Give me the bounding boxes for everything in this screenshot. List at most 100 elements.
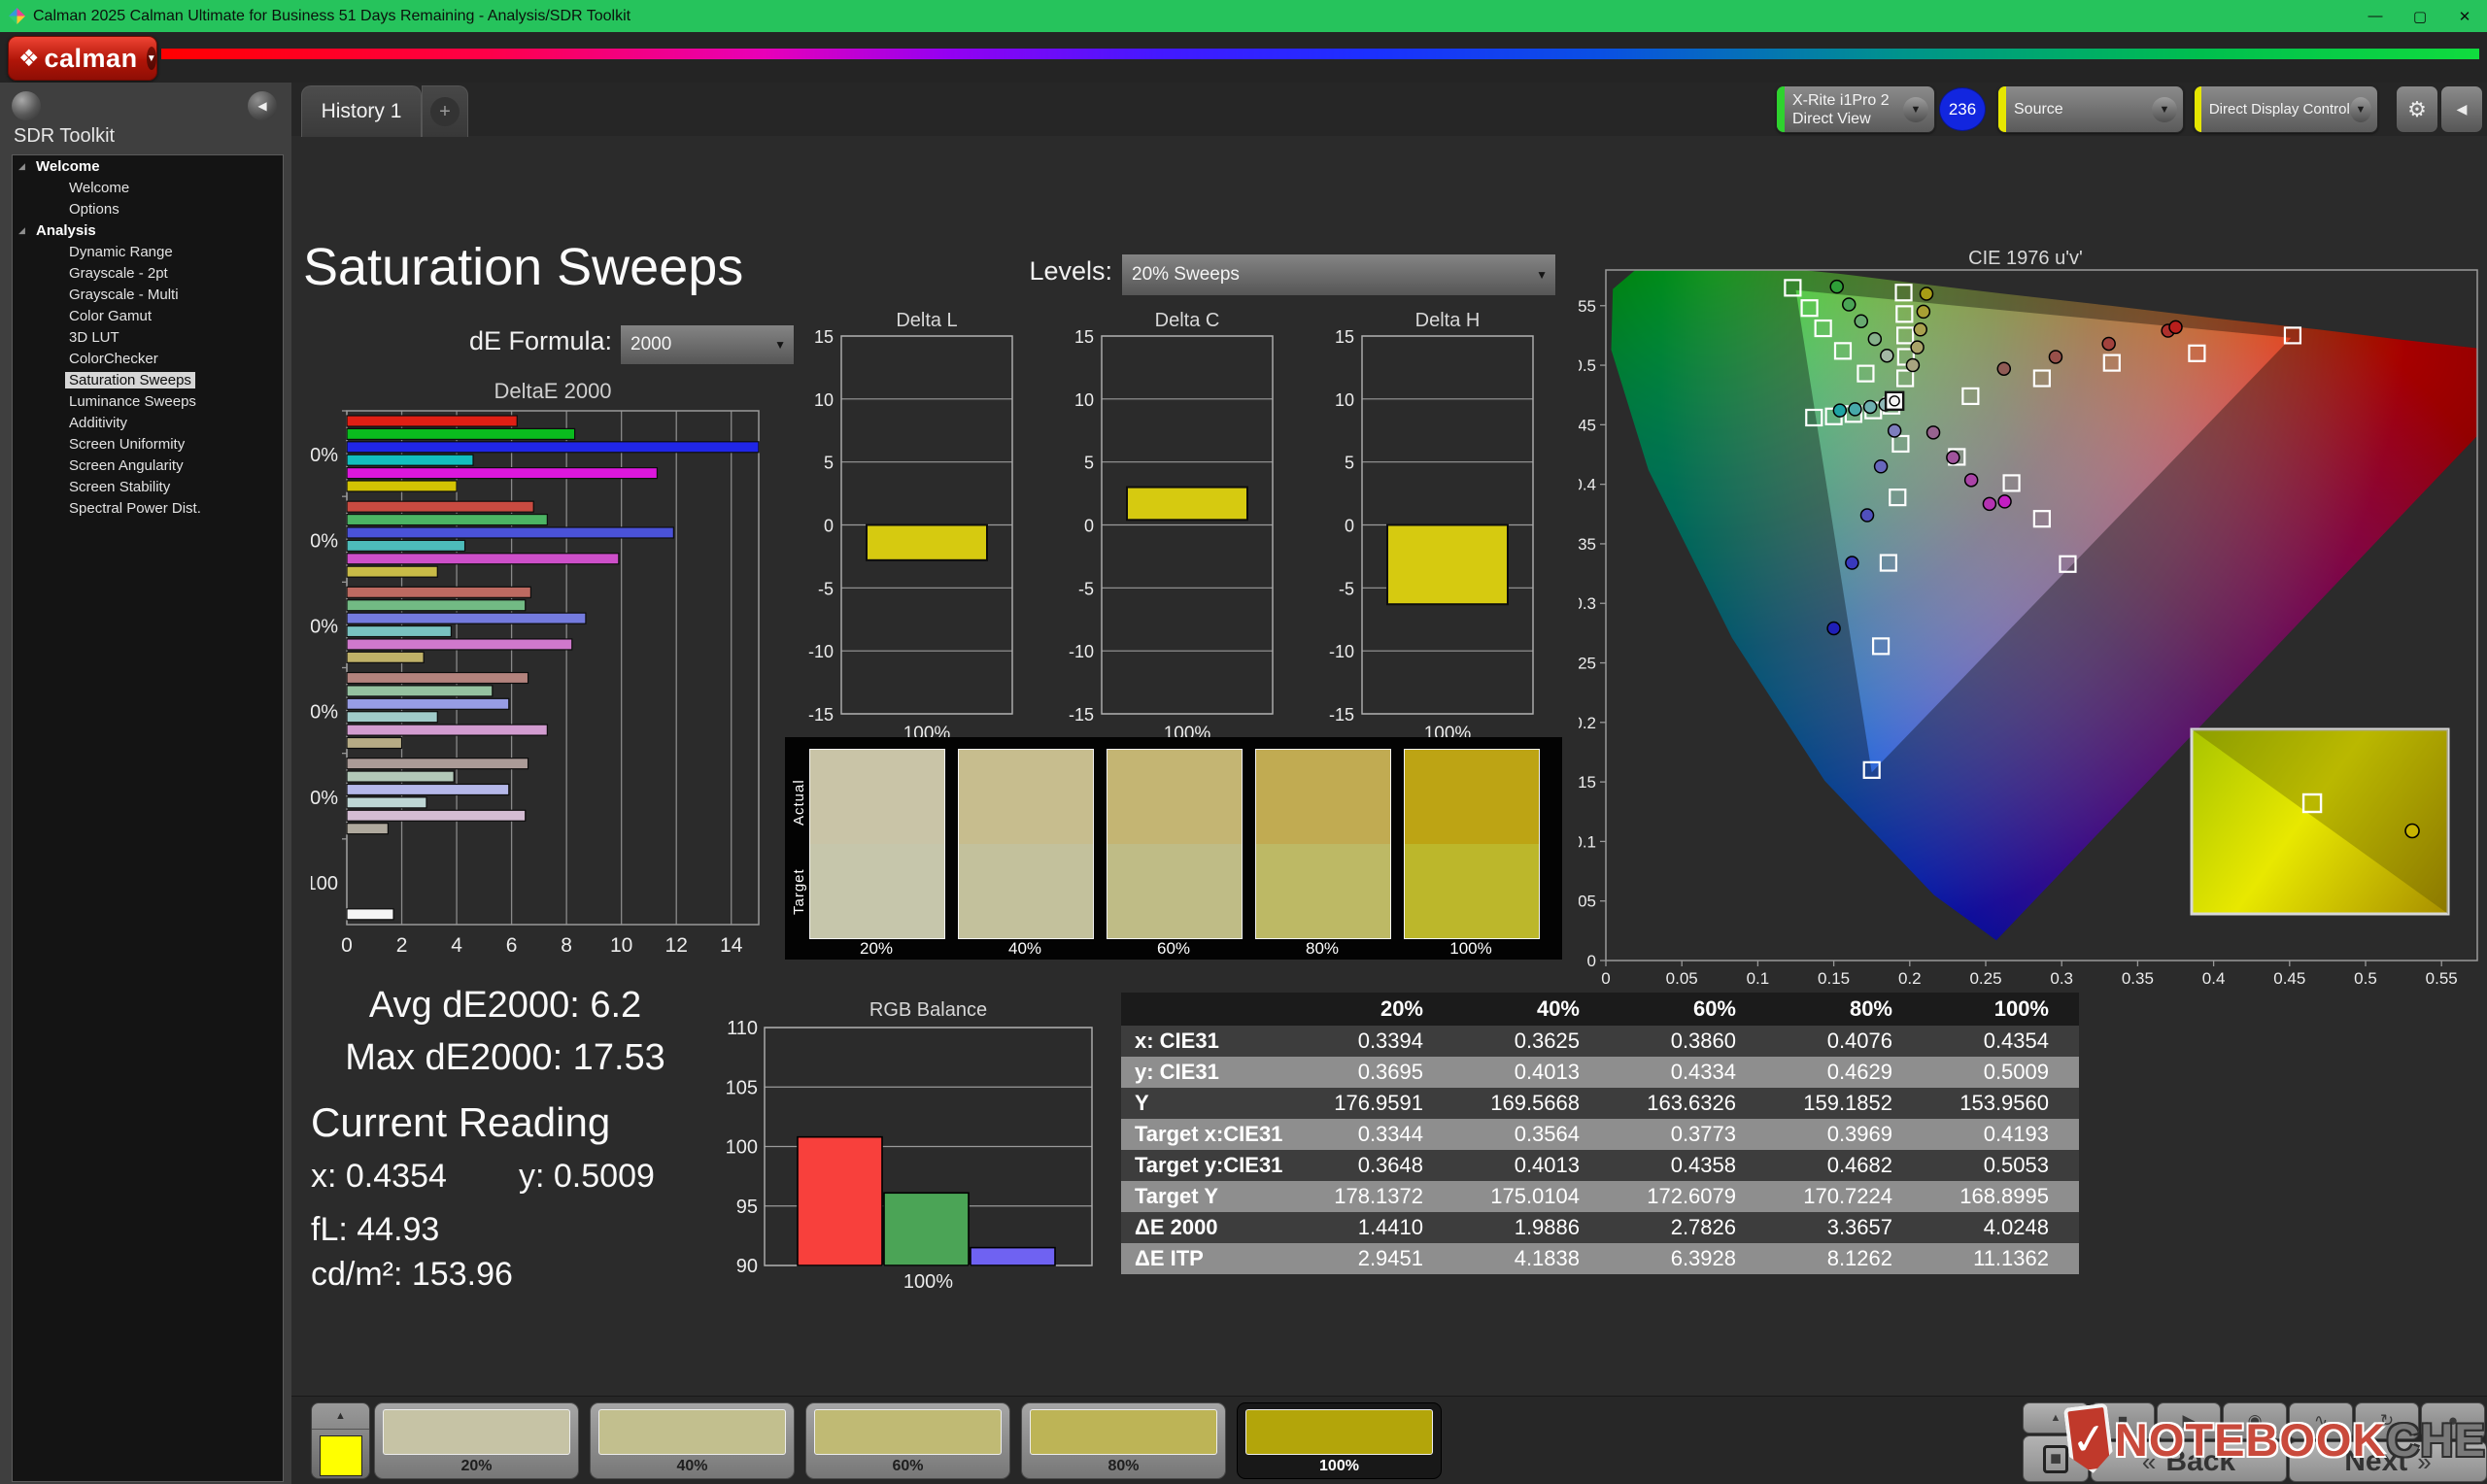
sidebar-item-label: Options — [69, 200, 119, 218]
sidebar-item-spectral-power-dist-[interactable]: Spectral Power Dist. — [13, 497, 283, 519]
meter-dropdown[interactable]: X-Rite i1Pro 2 Direct View ▼ — [1776, 85, 1935, 133]
stop-icon: ■ — [2117, 1411, 2129, 1430]
sweep-card-40%[interactable]: 40% — [590, 1402, 795, 1479]
tree-expander-icon[interactable]: ◢ — [18, 225, 32, 236]
table-cell: 163.6326 — [1647, 1091, 1736, 1115]
sweep-card-swatch — [814, 1409, 1002, 1455]
de-formula-arrow-icon: ▼ — [774, 338, 786, 352]
table-cell: 0.4013 — [1514, 1060, 1580, 1084]
source-dropdown[interactable]: Source ▼ — [1997, 85, 2184, 133]
panel-up-button[interactable]: ▲ — [2023, 1402, 2089, 1433]
wave-icon: ∿ — [2313, 1411, 2329, 1430]
sidebar-item-label: Additivity — [69, 414, 128, 431]
sidebar-item-grayscale-multi[interactable]: Grayscale - Multi — [13, 284, 283, 305]
sidebar-item-label: Grayscale - 2pt — [69, 264, 168, 282]
collapse-panel-button[interactable]: ◀ — [2440, 85, 2483, 133]
svg-text:6: 6 — [506, 934, 518, 957]
de-formula-select[interactable]: 2000 ▼ — [620, 324, 795, 365]
display-control-dropdown-arrow-icon[interactable]: ▼ — [2349, 96, 2371, 122]
stop-pattern-button[interactable]: ■ — [2023, 1435, 2089, 1482]
svg-text:100%: 100% — [311, 445, 338, 466]
max-de2000: Max dE2000: 17.53 — [345, 1037, 665, 1078]
sidebar-item-screen-stability[interactable]: Screen Stability — [13, 476, 283, 497]
sidebar-item-dynamic-range[interactable]: Dynamic Range — [13, 241, 283, 262]
table-col-header: 80% — [1849, 996, 1892, 1021]
display-control-status-stripe — [2195, 86, 2201, 132]
sidebar-item-label: Color Gamut — [69, 307, 153, 324]
sidebar-item-screen-angularity[interactable]: Screen Angularity — [13, 455, 283, 476]
sweep-card-label: 100% — [1319, 1458, 1359, 1474]
sidebar: ◀ SDR Toolkit ◢ Welcome Welcome Options ◢ Ana… — [0, 83, 291, 1484]
record-button[interactable]: ◉ — [2223, 1402, 2287, 1439]
sidebar-item-analysis[interactable]: ◢ Analysis — [13, 219, 283, 241]
sidebar-item-luminance-sweeps[interactable]: Luminance Sweeps — [13, 390, 283, 412]
sidebar-item-saturation-sweeps[interactable]: Saturation Sweeps — [13, 369, 283, 390]
close-icon[interactable]: ✕ — [2442, 0, 2487, 32]
next-button[interactable]: Next » — [2289, 1441, 2487, 1482]
table-cell: 6.3928 — [1670, 1246, 1736, 1270]
table-row: ΔE 2000 1.4410 1.9886 2.7826 3.3657 4.0248 — [1121, 1212, 2079, 1243]
wave-button[interactable]: ∿ — [2289, 1402, 2353, 1439]
refresh-button[interactable]: ↻ — [2355, 1402, 2419, 1439]
minimize-icon[interactable]: — — [2353, 0, 2398, 32]
sweep-card-60%[interactable]: 60% — [805, 1402, 1010, 1479]
table-row: y: CIE31 0.3695 0.4013 0.4334 0.4629 0.5009 — [1121, 1057, 2079, 1088]
current-color-chip — [319, 1435, 362, 1476]
dot-icon: ● — [2447, 1411, 2459, 1430]
sidebar-item-colorchecker[interactable]: ColorChecker — [13, 348, 283, 369]
svg-text:110: 110 — [727, 1018, 758, 1039]
target-row-label: Target — [791, 868, 807, 915]
source-dropdown-arrow-icon[interactable]: ▼ — [2152, 96, 2177, 122]
table-cell: 3.3657 — [1826, 1215, 1892, 1239]
maximize-icon[interactable]: ▢ — [2398, 0, 2442, 32]
calman-dropdown-icon[interactable]: ▼ — [146, 47, 156, 70]
play-button[interactable]: ▶ — [2157, 1402, 2221, 1439]
sidebar-item-options[interactable]: Options — [13, 198, 283, 219]
add-tab-button[interactable]: + — [422, 85, 468, 137]
sweep-card-swatch — [1030, 1409, 1217, 1455]
sidebar-item-color-gamut[interactable]: Color Gamut — [13, 305, 283, 326]
levels-select[interactable]: 20% Sweeps ▼ — [1121, 253, 1556, 296]
sidebar-item-3d-lut[interactable]: 3D LUT — [13, 326, 283, 348]
tree-expander-icon[interactable]: ◢ — [18, 161, 32, 172]
svg-text:10: 10 — [1335, 390, 1354, 410]
calman-brand-label: calman — [44, 43, 138, 73]
table-cell: 1.9886 — [1514, 1215, 1580, 1239]
table-header-row: 20% 40% 60% 80% 100% — [1121, 993, 2079, 1026]
sweep-card-swatch — [383, 1409, 570, 1455]
gear-icon: ⚙ — [2407, 96, 2427, 121]
calman-menu-button[interactable]: ❖ calman ▼ — [8, 36, 157, 81]
svg-text:CIE 1976 u'v': CIE 1976 u'v' — [1968, 251, 2083, 269]
display-control-dropdown[interactable]: Direct Display Control ▼ — [2194, 85, 2378, 133]
sidebar-item-screen-uniformity[interactable]: Screen Uniformity — [13, 433, 283, 455]
sidebar-item-welcome[interactable]: ◢ Welcome — [13, 155, 283, 177]
settings-gear-button[interactable]: ⚙ — [2396, 85, 2438, 133]
pattern-mini-control[interactable]: ▲ — [311, 1402, 370, 1479]
table-cell: 2.7826 — [1670, 1215, 1736, 1239]
sweep-card-swatch — [1245, 1409, 1433, 1455]
sweep-card-80%[interactable]: 80% — [1021, 1402, 1226, 1479]
sweep-card-100%[interactable]: 100% — [1237, 1402, 1442, 1479]
target-swatch — [1256, 844, 1390, 938]
table-cell: 0.3773 — [1670, 1122, 1736, 1146]
actual-swatch — [1107, 750, 1242, 844]
meter-dropdown-arrow-icon[interactable]: ▼ — [1903, 96, 1928, 122]
svg-text:0.25: 0.25 — [1579, 655, 1596, 673]
sidebar-item-additivity[interactable]: Additivity — [13, 412, 283, 433]
sidebar-item-grayscale-2pt[interactable]: Grayscale - 2pt — [13, 262, 283, 284]
sidebar-collapse-button[interactable]: ◀ — [248, 91, 277, 120]
tab-history-1[interactable]: History 1 — [301, 85, 422, 137]
back-button[interactable]: « Back — [2091, 1441, 2287, 1482]
table-row-label: ΔE ITP — [1135, 1246, 1204, 1270]
meter-line2: Direct View — [1792, 110, 1871, 127]
meter-line1: X-Rite i1Pro 2 — [1792, 91, 1890, 109]
svg-text:0: 0 — [824, 517, 834, 536]
expand-up-icon[interactable]: ▲ — [312, 1403, 369, 1430]
dot-button[interactable]: ● — [2421, 1402, 2485, 1439]
sidebar-sphere-button[interactable] — [12, 91, 41, 120]
sidebar-item-label: Luminance Sweeps — [69, 392, 196, 410]
titlebar: Calman 2025 Calman Ultimate for Business… — [0, 0, 2487, 32]
sidebar-item-welcome[interactable]: Welcome — [13, 177, 283, 198]
stop-button[interactable]: ■ — [2091, 1402, 2155, 1439]
sweep-card-20%[interactable]: 20% — [374, 1402, 579, 1479]
